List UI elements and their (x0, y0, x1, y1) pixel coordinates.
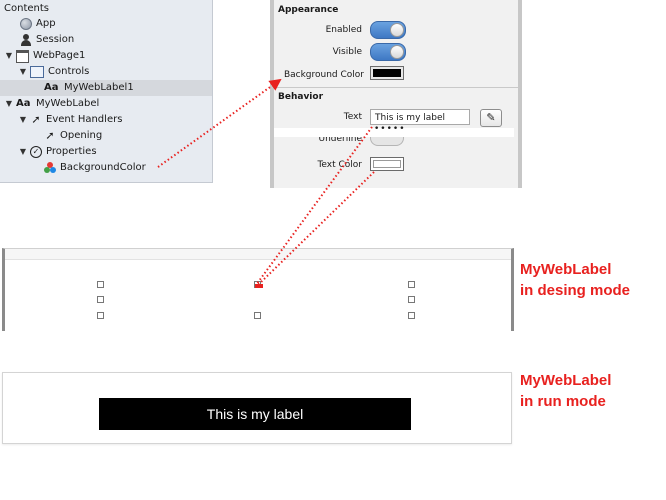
resize-handle[interactable] (408, 312, 415, 319)
design-canvas[interactable] (2, 248, 514, 331)
check-circle-icon: ✓ (30, 146, 42, 158)
toggle-knob (390, 23, 404, 37)
expand-triangle-icon[interactable]: ▼ (18, 64, 28, 80)
background-color-fill (373, 69, 401, 77)
webpage-icon (16, 49, 29, 63)
resize-handle[interactable] (408, 296, 415, 303)
behavior-section-title: Behavior (278, 92, 324, 102)
inspector-panel: Appearance Enabled Visible Background Co… (270, 0, 522, 188)
background-color-label: Background Color (283, 70, 364, 80)
expand-triangle-icon[interactable]: ▼ (18, 112, 28, 128)
web-label-rendered: This is my label (99, 398, 411, 430)
run-mode-caption: MyWebLabel in run mode (520, 370, 611, 412)
tree-item-controls[interactable]: ▼ Controls (18, 64, 89, 80)
resize-handle[interactable] (254, 312, 261, 319)
underline-toggle[interactable] (370, 137, 404, 146)
visible-toggle[interactable] (370, 43, 406, 61)
canvas-ruler (5, 249, 511, 260)
label-aa-icon: Aa (16, 98, 31, 109)
tree-item-event-handlers[interactable]: ▼ ➚ Event Handlers (18, 112, 123, 128)
underline-masked-value: ••••• (374, 124, 406, 134)
tree-item-app[interactable]: App (20, 16, 56, 32)
pointer-cursor-icon: ➚ (31, 113, 41, 126)
controls-icon (30, 66, 44, 78)
resize-handle[interactable] (97, 296, 104, 303)
text-color-swatch[interactable] (370, 157, 404, 171)
session-person-icon (20, 34, 32, 46)
design-mode-caption: MyWebLabel in desing mode (520, 259, 630, 301)
tree-item-mywebLabel[interactable]: ▼ Aa MyWebLabel (4, 96, 99, 112)
tree-item-properties[interactable]: ▼ ✓ Properties (18, 144, 97, 160)
expand-triangle-icon[interactable]: ▼ (18, 144, 28, 160)
arrow-target-marker (255, 284, 263, 288)
enabled-toggle[interactable] (370, 21, 406, 39)
resize-handle[interactable] (97, 312, 104, 319)
label-aa-icon: Aa (44, 82, 59, 93)
tree-item-session[interactable]: Session (20, 32, 74, 48)
edit-pencil-button[interactable]: ✎ (480, 109, 502, 127)
expand-triangle-icon[interactable]: ▼ (4, 48, 14, 64)
tree-item-backgroundcolor[interactable]: BackgroundColor (44, 160, 146, 176)
toggle-knob (390, 45, 404, 59)
pencil-icon: ✎ (486, 111, 496, 124)
project-navigator: Contents App Session ▼ WebPage1 ▼ Contro… (0, 0, 213, 183)
visible-label: Visible (332, 47, 362, 57)
run-canvas: This is my label (2, 372, 512, 444)
text-label: Text (343, 112, 362, 122)
underline-label: Underline (318, 137, 362, 144)
design-caption-line1: MyWebLabel (520, 261, 612, 278)
expand-triangle-icon[interactable]: ▼ (4, 96, 14, 112)
resize-handle[interactable] (408, 281, 415, 288)
text-color-label: Text Color (317, 160, 362, 170)
run-caption-line2: in run mode (520, 393, 606, 410)
appearance-section-title: Appearance (278, 5, 339, 15)
background-color-swatch[interactable] (370, 66, 404, 80)
enabled-label: Enabled (325, 25, 362, 35)
tree-item-mywebLabel1[interactable]: Aa MyWebLabel1 (0, 80, 212, 96)
navigator-header: Contents (4, 3, 49, 14)
run-caption-line1: MyWebLabel (520, 372, 612, 389)
text-color-fill (373, 160, 401, 168)
underline-value-strip: ••••• (274, 124, 514, 137)
color-palette-icon (44, 162, 56, 174)
pointer-cursor-icon: ➚ (45, 129, 55, 142)
resize-handle[interactable] (97, 281, 104, 288)
app-globe-icon (20, 18, 32, 30)
text-field[interactable]: This is my label (370, 109, 470, 125)
tree-item-webpage1[interactable]: ▼ WebPage1 (4, 48, 85, 64)
section-divider (274, 87, 518, 88)
tree-item-opening[interactable]: ➚ Opening (44, 128, 102, 144)
design-caption-line2: in desing mode (520, 282, 631, 299)
